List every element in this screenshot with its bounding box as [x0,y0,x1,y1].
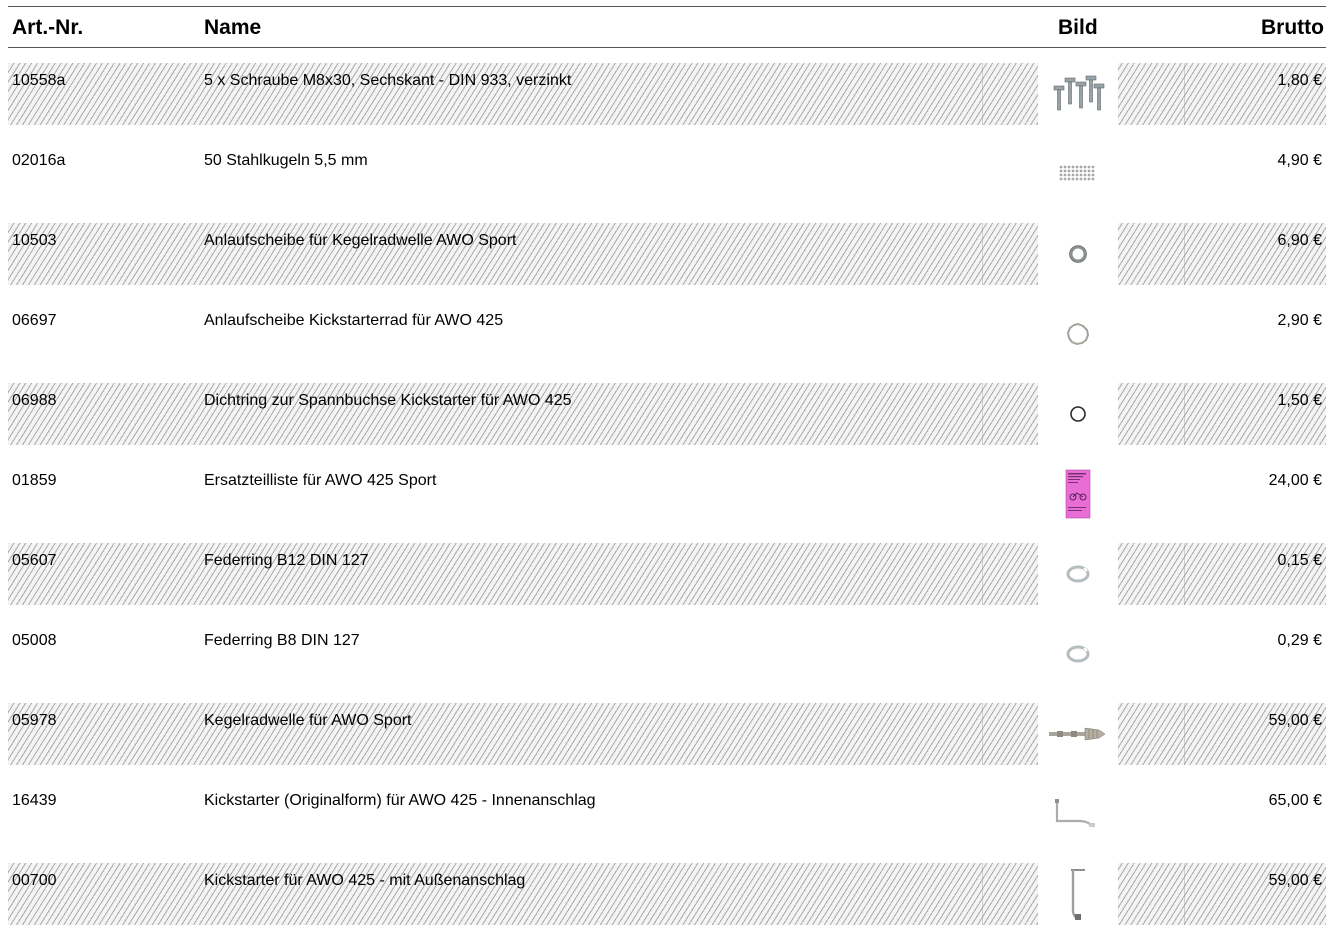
parts-table: Art.-Nr. Name Bild Brutto 10558a 5 x Sch… [8,6,1326,943]
shaft-icon[interactable] [1038,703,1118,765]
table-row[interactable]: 10503 Anlaufscheibe für Kegelradwelle AW… [8,223,1326,285]
bolts-icon[interactable] [1038,63,1118,125]
art-nr-cell: 05008 [12,632,57,649]
table-row[interactable]: 05008 Federring B8 DIN 127 0,29 € [8,623,1326,685]
row-divider [1184,223,1185,285]
table-row[interactable]: 06697 Anlaufscheibe Kickstarterrad für A… [8,303,1326,365]
product-name-link[interactable]: 5 x Schraube M8x30, Sechskant - DIN 933,… [204,71,571,91]
column-header-bild: Bild [1058,16,1098,39]
row-divider [1184,383,1185,445]
product-name-link[interactable]: Federring B12 DIN 127 [204,551,369,571]
price-cell: 0,29 € [1277,632,1322,649]
column-header-art-nr[interactable]: Art.-Nr. [12,16,83,40]
art-nr-cell: 01859 [12,472,57,489]
price-cell: 59,00 € [1268,712,1322,729]
toothed-washer-icon[interactable] [1038,303,1118,365]
column-header-name[interactable]: Name [204,16,261,40]
price-cell: 4,90 € [1277,152,1322,169]
price-cell: 24,00 € [1268,472,1322,489]
product-name-link[interactable]: Dichtring zur Spannbuchse Kickstarter fü… [204,391,572,411]
table-body: 10558a 5 x Schraube M8x30, Sechskant - D… [8,63,1326,925]
price-cell: 59,00 € [1268,872,1322,889]
spring-washer-icon[interactable] [1038,543,1118,605]
product-name-link[interactable]: 50 Stahlkugeln 5,5 mm [204,151,368,171]
product-name-link[interactable]: Ersatzteilliste für AWO 425 Sport [204,471,436,491]
table-row[interactable]: 01859 Ersatzteilliste für AWO 425 Sport … [8,463,1326,525]
table-header: Art.-Nr. Name Bild Brutto [8,6,1326,48]
art-nr-cell: 02016a [12,152,66,169]
table-row[interactable]: 05607 Federring B12 DIN 127 0,15 € [8,543,1326,605]
kickstarter-lever-vertical-icon[interactable] [1038,863,1118,925]
art-nr-cell: 16439 [12,792,57,809]
table-row[interactable]: 10558a 5 x Schraube M8x30, Sechskant - D… [8,63,1326,125]
price-cell: 1,80 € [1277,72,1322,89]
table-row[interactable]: 16439 Kickstarter (Originalform) für AWO… [8,783,1326,845]
kickstarter-lever-icon[interactable] [1038,783,1118,845]
product-name-link[interactable]: Anlaufscheibe für Kegelradwelle AWO Spor… [204,231,516,251]
spring-washer-icon[interactable] [1038,623,1118,685]
product-name-link[interactable]: Federring B8 DIN 127 [204,631,360,651]
price-cell: 65,00 € [1268,792,1322,809]
art-nr-cell: 06988 [12,392,57,409]
product-name-link[interactable]: Anlaufscheibe Kickstarterrad für AWO 425 [204,311,503,331]
column-header-brutto[interactable]: Brutto [1261,16,1324,40]
price-cell: 0,15 € [1277,552,1322,569]
row-divider [982,863,983,925]
steel-balls-icon[interactable] [1038,143,1118,205]
table-row[interactable]: 05978 Kegelradwelle für AWO Sport 59,00 … [8,703,1326,765]
row-divider [982,703,983,765]
row-divider [1184,863,1185,925]
price-cell: 6,90 € [1277,232,1322,249]
table-row[interactable]: 06988 Dichtring zur Spannbuchse Kickstar… [8,383,1326,445]
o-ring-icon[interactable] [1038,383,1118,445]
product-name-link[interactable]: Kegelradwelle für AWO Sport [204,711,412,731]
art-nr-cell: 05978 [12,712,57,729]
product-name-link[interactable]: Kickstarter (Originalform) für AWO 425 -… [204,791,596,811]
row-divider [982,543,983,605]
art-nr-cell: 05607 [12,552,57,569]
row-divider [982,223,983,285]
art-nr-cell: 00700 [12,872,57,889]
art-nr-cell: 10558a [12,72,66,89]
booklet-icon[interactable] [1038,463,1118,525]
price-cell: 2,90 € [1277,312,1322,329]
product-name-link[interactable]: Kickstarter für AWO 425 - mit Außenansch… [204,871,525,891]
row-divider [1184,63,1185,125]
table-row[interactable]: 02016a 50 Stahlkugeln 5,5 mm 4,90 € [8,143,1326,205]
row-divider [982,383,983,445]
thrust-washer-icon[interactable] [1038,223,1118,285]
row-divider [1184,543,1185,605]
art-nr-cell: 10503 [12,232,57,249]
row-divider [1184,703,1185,765]
table-row[interactable]: 00700 Kickstarter für AWO 425 - mit Auße… [8,863,1326,925]
row-divider [982,63,983,125]
art-nr-cell: 06697 [12,312,57,329]
price-cell: 1,50 € [1277,392,1322,409]
